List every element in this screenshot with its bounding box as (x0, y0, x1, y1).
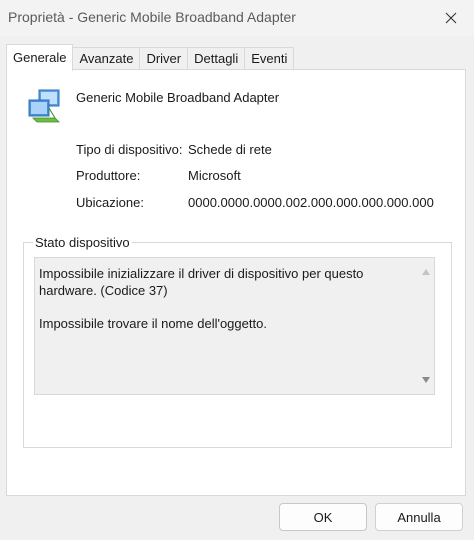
device-type-label: Tipo di dispositivo: (76, 142, 183, 157)
status-message-line2: Impossibile trovare il nome dell'oggetto… (39, 316, 267, 331)
scroll-down-icon[interactable] (422, 377, 430, 383)
network-adapter-icon (28, 89, 60, 123)
device-type-value: Schede di rete (188, 142, 272, 157)
location-label: Ubicazione: (76, 195, 144, 210)
device-name: Generic Mobile Broadband Adapter (76, 90, 280, 105)
device-status-label: Stato dispositivo (33, 235, 132, 250)
window-title: Proprietà - Generic Mobile Broadband Ada… (8, 9, 296, 25)
tab-strip: Generale Avanzate Driver Dettagli Eventi (6, 44, 295, 71)
status-message-line1: Impossibile inizializzare il driver di d… (39, 266, 364, 298)
close-icon (445, 12, 457, 24)
scroll-up-icon[interactable] (422, 269, 430, 275)
title-bar: Proprietà - Generic Mobile Broadband Ada… (0, 0, 474, 36)
tab-generale[interactable]: Generale (6, 44, 74, 71)
tab-eventi[interactable]: Eventi (245, 47, 295, 70)
device-status-text: Impossibile inizializzare il driver di d… (39, 265, 409, 332)
device-status-group: Stato dispositivo Impossibile inizializz… (23, 235, 452, 448)
tab-avanzate[interactable]: Avanzate (73, 47, 141, 70)
manufacturer-label: Produttore: (76, 168, 141, 183)
location-value: 0000.0000.0000.002.000.000.000.000.000 (188, 195, 434, 210)
general-tab-panel: Generic Mobile Broadband Adapter Tipo di… (6, 69, 466, 496)
tab-dettagli[interactable]: Dettagli (188, 47, 246, 70)
device-status-textbox[interactable]: Impossibile inizializzare il driver di d… (34, 257, 435, 395)
cancel-button[interactable]: Annulla (375, 503, 463, 531)
status-scrollbar[interactable] (417, 258, 434, 394)
close-button[interactable] (428, 0, 474, 36)
tab-driver[interactable]: Driver (140, 47, 189, 70)
manufacturer-value: Microsoft (188, 168, 241, 183)
ok-button[interactable]: OK (279, 503, 367, 531)
